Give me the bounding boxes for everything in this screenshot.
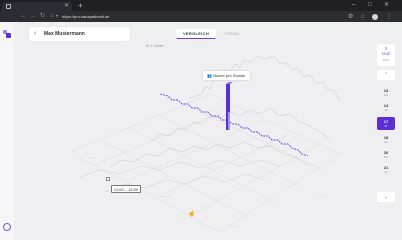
year-label: 2021 — [382, 58, 390, 62]
svg-text:— —: — — — [318, 193, 325, 197]
back-nav-icon[interactable]: ← — [20, 11, 26, 22]
month-number: 7 — [384, 46, 388, 51]
url-field[interactable]: https://pro.sanapathealt.de — [62, 13, 322, 20]
svg-text:— —: — — — [90, 155, 97, 159]
hover-tooltip: 👥 Nutzer pro Stunde — [203, 71, 250, 80]
svg-text:— —: — — — [230, 224, 237, 228]
menu-icon[interactable]: ⋮ — [386, 12, 392, 22]
browser-tab-bar: ✕ + – □ ✕ — [0, 0, 402, 11]
day-item[interactable]: 18 Sa — [377, 133, 395, 146]
day-item[interactable]: 21 Di — [377, 163, 395, 176]
person-selector[interactable]: ‹ Max Mustermann — [29, 27, 130, 41]
mouse-cursor-icon: ☝ — [188, 211, 196, 217]
time-range-label[interactable]: 11:00 – 12:00 — [111, 185, 141, 193]
favicon-icon — [6, 4, 11, 9]
minimize-icon[interactable]: – — [352, 0, 355, 11]
day-item-selected[interactable]: 17 Fr — [377, 117, 395, 130]
tab-trend[interactable]: TREND — [218, 29, 246, 39]
extension-icon[interactable]: ⚙ — [348, 12, 353, 22]
new-tab-icon[interactable]: + — [78, 1, 83, 10]
range-checkbox[interactable] — [106, 177, 110, 181]
close-tab-icon[interactable]: ✕ — [64, 2, 69, 11]
scroll-up-button[interactable]: ⌃ — [377, 70, 395, 80]
users-icon: 👥 — [207, 73, 212, 78]
left-sidebar — [0, 22, 14, 240]
lock-icon: • — [56, 14, 59, 20]
view-tabs: VERGLEICH TREND — [176, 29, 246, 39]
person-name: Max Mustermann — [44, 31, 85, 37]
z-axis-label: Ø: 4 Zähler — [146, 44, 164, 48]
settings-icon[interactable] — [3, 223, 11, 231]
highlighted-series-line — [159, 93, 309, 157]
back-arrow-icon[interactable]: ‹ — [34, 27, 36, 41]
day-item[interactable]: 14 Di — [377, 101, 395, 114]
maximize-icon[interactable]: □ — [368, 0, 372, 11]
day-item[interactable]: 13 Mo — [377, 86, 395, 99]
profile-avatar[interactable] — [372, 14, 378, 20]
tab-vergleich[interactable]: VERGLEICH — [176, 29, 216, 39]
month-selector[interactable]: 7 TAGE 2021 — [377, 44, 395, 66]
svg-text:— — —: — — — — [160, 194, 171, 198]
bookmark-icon[interactable]: ☆ — [360, 12, 365, 22]
close-window-icon[interactable]: ✕ — [384, 0, 389, 11]
tooltip-label: Nutzer pro Stunde — [213, 73, 246, 78]
forward-nav-icon[interactable]: → — [30, 11, 36, 22]
month-label: TAGE — [381, 52, 391, 56]
date-selector: 7 TAGE 2021 ⌃ 13 Mo 14 Di 17 Fr 18 Sa 20… — [377, 40, 395, 210]
scroll-down-button[interactable]: ⌄ — [377, 192, 395, 202]
browser-tab[interactable]: ✕ — [2, 2, 72, 11]
app-logo-icon — [3, 30, 11, 38]
browser-toolbar: ← → ↻ ⌂ • https://pro.sanapathealt.de ⚙ … — [0, 11, 402, 22]
day-item[interactable]: 20 Mo — [377, 148, 395, 161]
reload-icon[interactable]: ↻ — [40, 11, 45, 22]
home-icon[interactable]: ⌂ — [50, 11, 54, 22]
